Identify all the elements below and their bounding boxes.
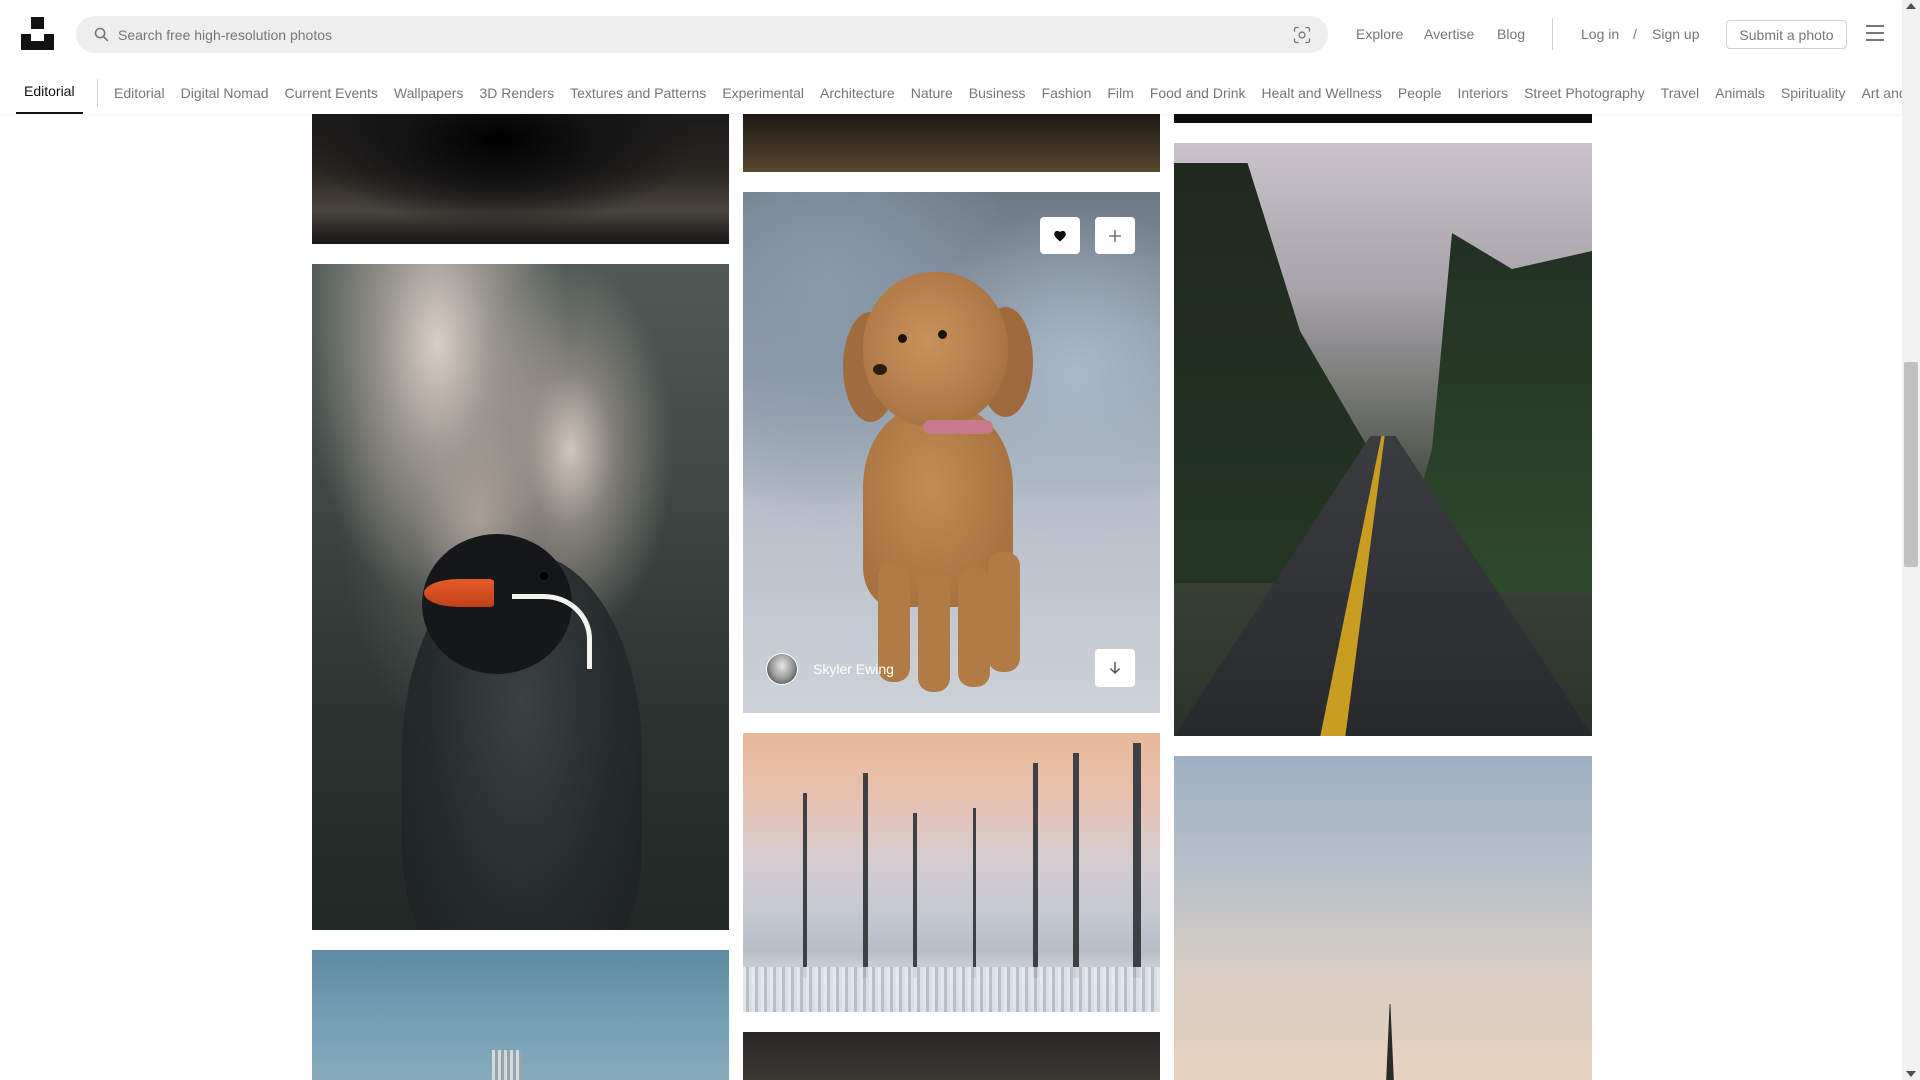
topic-tab[interactable]: Healt and Wellness xyxy=(1262,73,1382,113)
download-arrow-icon xyxy=(1109,662,1121,675)
photo-dark-field[interactable] xyxy=(743,114,1160,172)
topic-tab[interactable]: People xyxy=(1398,73,1442,113)
photographer-name[interactable]: Skyler Ewing xyxy=(813,661,894,677)
login-signup-separator: / xyxy=(1633,26,1637,42)
photo-poodle-puppy[interactable]: Skyler Ewing xyxy=(743,192,1160,713)
topic-tab[interactable]: Food and Drink xyxy=(1150,73,1246,113)
topic-tab[interactable]: 3D Renders xyxy=(479,73,554,113)
page-scrollbar[interactable] xyxy=(1902,0,1920,1080)
tree-shape xyxy=(1073,753,1079,978)
menu-icon[interactable] xyxy=(1866,25,1884,41)
topic-tab[interactable]: Current Events xyxy=(285,73,378,113)
search-bar[interactable] xyxy=(76,16,1328,53)
nav-divider xyxy=(1552,18,1553,50)
topic-tab[interactable]: Travel xyxy=(1661,73,1699,113)
scroll-up-arrow-icon[interactable] xyxy=(1906,3,1916,9)
photo-grid: Skyler Ewing xyxy=(0,0,1902,1080)
topic-tab[interactable]: Nature xyxy=(911,73,953,113)
tree-shape xyxy=(973,808,976,978)
dog-leg-shape xyxy=(958,567,990,687)
tree-shape xyxy=(1033,763,1038,978)
topics-divider xyxy=(97,79,98,107)
add-to-collection-button[interactable] xyxy=(1095,217,1135,254)
plus-icon xyxy=(1109,229,1121,242)
tree-shape xyxy=(1133,743,1141,978)
photographer-info[interactable]: Skyler Ewing xyxy=(766,653,894,685)
scroll-down-arrow-icon[interactable] xyxy=(1906,1071,1916,1077)
topic-tab[interactable]: Art and Cu xyxy=(1862,73,1903,113)
topic-tab[interactable]: Digital Nomad xyxy=(181,73,269,113)
nav-blog-link[interactable]: Blog xyxy=(1497,26,1525,42)
topic-list: Editorial Digital Nomad Current Events W… xyxy=(114,71,1902,114)
topic-tab[interactable]: Fashion xyxy=(1042,73,1092,113)
dog-eye-shape xyxy=(898,334,907,343)
topic-tab[interactable]: Wallpapers xyxy=(394,73,464,113)
topic-tab[interactable]: Architecture xyxy=(820,73,895,113)
topic-tab[interactable]: Film xyxy=(1107,73,1133,113)
topic-tab-active[interactable]: Editorial xyxy=(16,71,83,114)
download-button[interactable] xyxy=(1095,649,1135,687)
photo-dark-texture[interactable] xyxy=(312,114,729,244)
heart-icon xyxy=(1054,230,1066,242)
search-input[interactable] xyxy=(118,16,1218,53)
search-icon[interactable] xyxy=(93,26,110,43)
photo-frosty-forest[interactable] xyxy=(743,733,1160,1012)
unsplash-logo[interactable] xyxy=(21,17,54,50)
dog-leg-shape xyxy=(988,552,1020,672)
bird-beak-shape xyxy=(424,579,494,607)
topic-tab[interactable]: Editorial xyxy=(114,73,165,113)
topics-nav: Editorial Editorial Digital Nomad Curren… xyxy=(0,71,1902,114)
photo-dark-street[interactable] xyxy=(743,1032,1160,1080)
submit-photo-button[interactable]: Submit a photo xyxy=(1726,20,1847,49)
tower-shape xyxy=(492,1050,522,1080)
tree-shape xyxy=(913,813,917,978)
topic-tab[interactable]: Spirituality xyxy=(1781,73,1846,113)
frost-ground-shape xyxy=(743,967,1160,1012)
dog-collar-shape xyxy=(923,420,993,434)
dog-nose-shape xyxy=(873,364,887,375)
signup-link[interactable]: Sign up xyxy=(1652,26,1699,42)
photo-black-strip[interactable] xyxy=(1174,114,1592,123)
nav-explore-link[interactable]: Explore xyxy=(1356,26,1403,42)
dog-head-shape xyxy=(863,272,1008,427)
photo-sky-spire[interactable] xyxy=(1174,756,1592,1080)
bird-eye-shape xyxy=(540,572,548,580)
photo-blue-sky-tower[interactable] xyxy=(312,950,729,1080)
spire-shape xyxy=(1386,1004,1394,1080)
photo-forest-road[interactable] xyxy=(1174,143,1592,736)
visual-search-icon[interactable] xyxy=(1292,25,1312,45)
topic-tab[interactable]: Business xyxy=(969,73,1026,113)
nav-advertise-link[interactable]: Avertise xyxy=(1424,26,1474,42)
photo-inca-tern-bird[interactable] xyxy=(312,264,729,930)
site-header: Explore Avertise Blog Log in / Sign up S… xyxy=(0,0,1902,114)
topic-tab[interactable]: Textures and Patterns xyxy=(570,73,706,113)
dog-leg-shape xyxy=(918,572,950,692)
topic-tab[interactable]: Animals xyxy=(1715,73,1765,113)
tree-shape xyxy=(863,773,868,978)
topic-tab[interactable]: Experimental xyxy=(722,73,804,113)
scrollbar-thumb[interactable] xyxy=(1904,362,1918,567)
dog-eye-shape xyxy=(938,330,947,339)
like-button[interactable] xyxy=(1040,217,1080,254)
login-link[interactable]: Log in xyxy=(1581,26,1619,42)
tree-shape xyxy=(803,793,807,978)
avatar[interactable] xyxy=(766,653,798,685)
topic-tab[interactable]: Street Photography xyxy=(1524,73,1645,113)
topic-tab[interactable]: Interiors xyxy=(1458,73,1509,113)
